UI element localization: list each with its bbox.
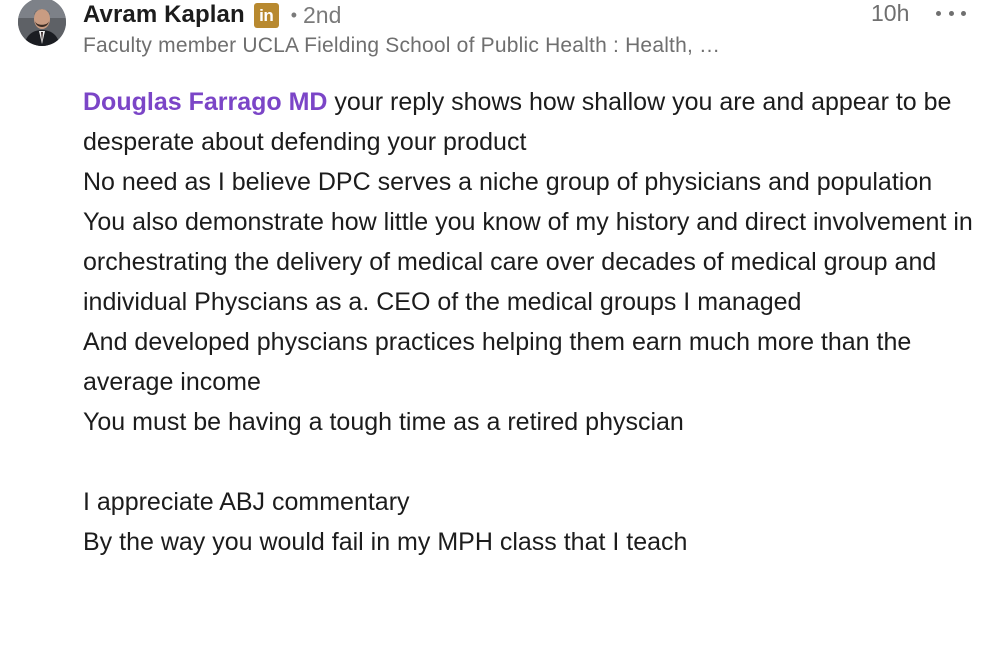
author-headline: Faculty member UCLA Fielding School of P… <box>83 34 721 57</box>
avatar[interactable] <box>18 0 66 46</box>
comment-paragraph: By the way you would fail in my MPH clas… <box>83 528 688 556</box>
comment-paragraph: No need as I believe DPC serves a niche … <box>83 168 933 196</box>
dot <box>936 10 941 16</box>
separator-dot: • <box>290 4 298 25</box>
comment-paragraph: And developed physcians practices helpin… <box>83 328 912 396</box>
profile-photo <box>18 0 66 46</box>
more-horizontal-icon[interactable] <box>936 9 966 17</box>
connection-degree: 2nd <box>303 1 342 28</box>
comment-paragraph: You also demonstrate how little you know… <box>83 208 973 316</box>
linkedin-premium-icon: in <box>253 2 279 28</box>
mention-link[interactable]: Douglas Farrago MD <box>83 88 327 116</box>
comment-header: Avram Kaplan in • 2nd <box>83 0 341 30</box>
comment-body: Douglas Farrago MD your reply shows how … <box>83 82 973 562</box>
comment-paragraph: Douglas Farrago MD your reply shows how … <box>83 82 973 162</box>
comment-paragraph: I appreciate ABJ commentary <box>83 488 410 516</box>
dot <box>961 10 966 16</box>
author-name[interactable]: Avram Kaplan <box>83 1 245 29</box>
dot <box>948 10 954 16</box>
comment-paragraph: You must be having a tough time as a ret… <box>83 408 684 436</box>
comment-timestamp: 10h <box>871 0 910 26</box>
comment: Avram Kaplan in • 2nd 10h Faculty member… <box>0 0 998 666</box>
